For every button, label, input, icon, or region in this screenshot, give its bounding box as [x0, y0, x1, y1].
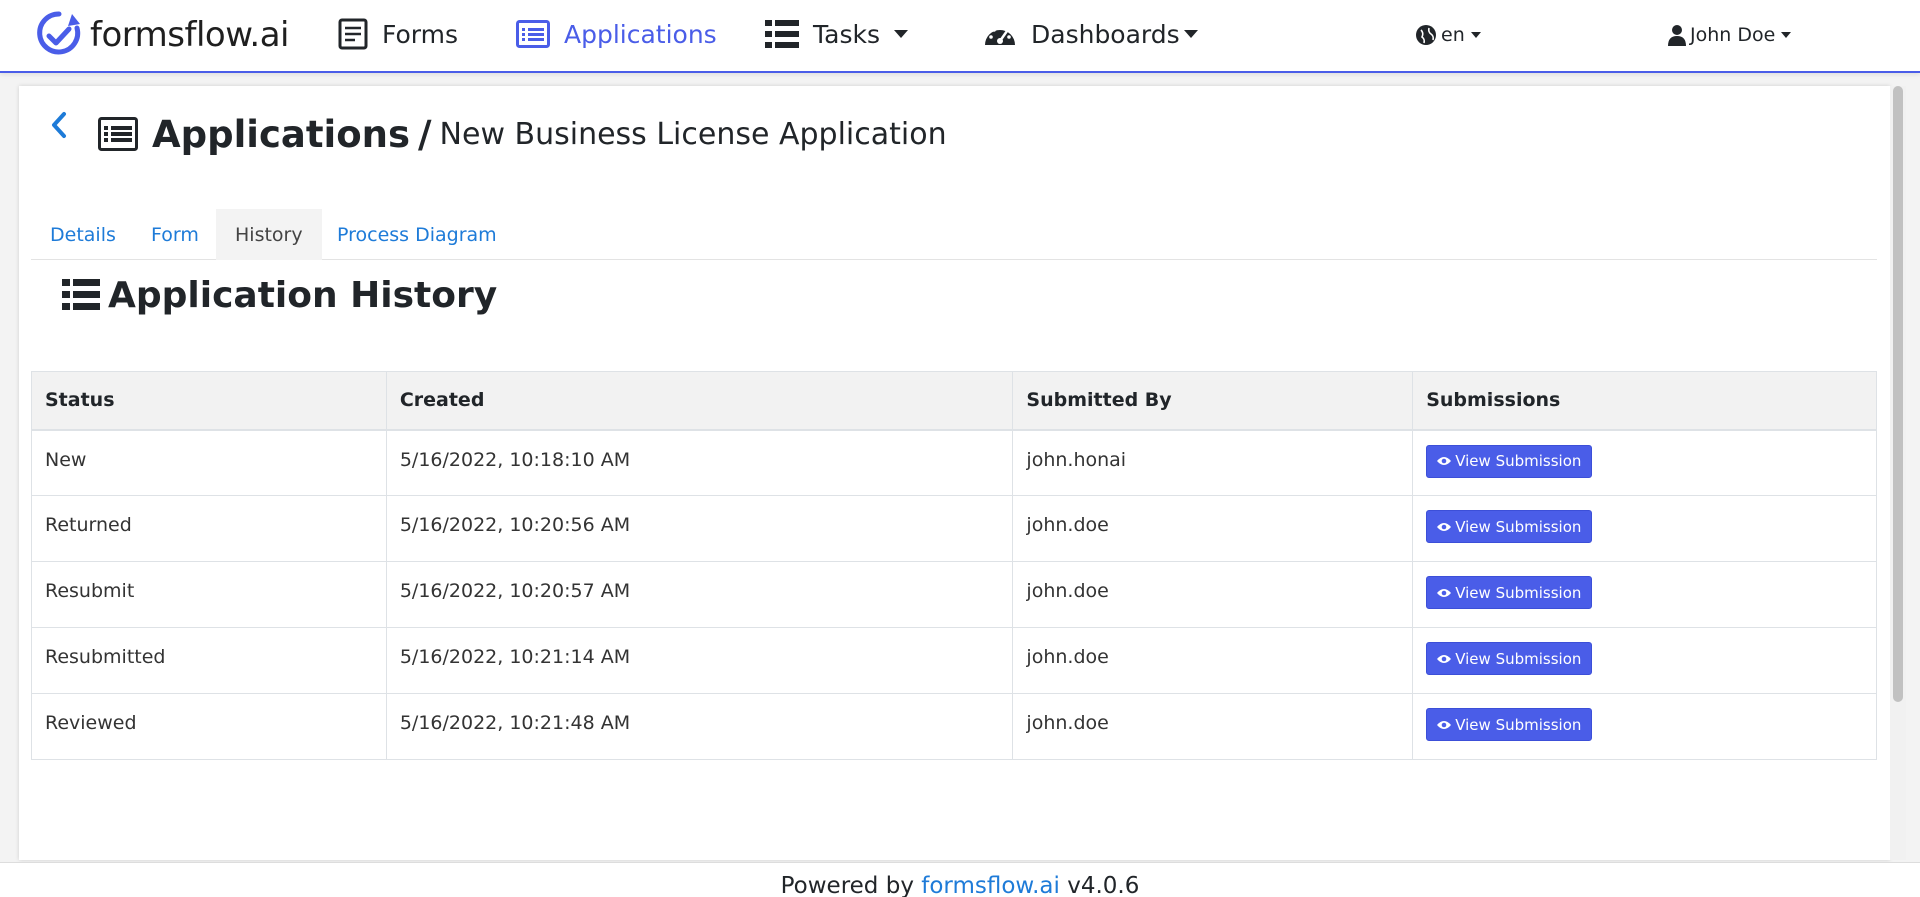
title-separator: /	[418, 112, 432, 156]
eye-icon	[1437, 720, 1452, 730]
user-icon	[1668, 24, 1686, 46]
table-row: Reviewed 5/16/2022, 10:21:48 AM john.doe…	[31, 693, 1877, 760]
view-submission-label: View Submission	[1455, 715, 1582, 734]
eye-icon	[1437, 588, 1452, 598]
language-label: en	[1441, 24, 1465, 46]
chevron-left-icon	[52, 112, 66, 138]
footer-version: v4.0.6	[1059, 873, 1140, 897]
list-icon	[516, 20, 550, 48]
user-name: John Doe	[1690, 24, 1776, 46]
header-submitted-by[interactable]: Submitted By	[1012, 371, 1414, 431]
scrollbar[interactable]	[1890, 86, 1906, 860]
user-menu[interactable]: John Doe	[1668, 20, 1792, 50]
cell-status: New	[31, 429, 387, 496]
cell-status: Resubmit	[31, 561, 387, 628]
cell-submitted-by: john.honai	[1012, 429, 1414, 496]
cell-submissions: View Submission	[1412, 627, 1877, 694]
view-submission-label: View Submission	[1455, 517, 1582, 536]
eye-icon	[1437, 654, 1452, 664]
tab-form[interactable]: Form	[132, 209, 218, 260]
list-icon	[98, 117, 138, 151]
chevron-down-icon	[1183, 30, 1198, 38]
cell-created: 5/16/2022, 10:20:56 AM	[385, 495, 1014, 562]
view-submission-button[interactable]: View Submission	[1426, 708, 1593, 741]
view-submission-label: View Submission	[1455, 583, 1582, 602]
footer: Powered by formsflow.ai v4.0.6	[0, 862, 1920, 897]
header-created[interactable]: Created	[385, 371, 1014, 431]
view-submission-button[interactable]: View Submission	[1426, 576, 1593, 609]
page-title-main: Applications	[152, 112, 411, 156]
top-navbar: formsflow.ai Forms Applications Tasks Da…	[0, 0, 1920, 73]
footer-link[interactable]: formsflow.ai	[921, 873, 1060, 897]
nav-forms-label: Forms	[382, 19, 459, 49]
nav-dashboards[interactable]: Dashboards	[983, 14, 1198, 54]
eye-icon	[1437, 522, 1452, 532]
cell-status: Resubmitted	[31, 627, 387, 694]
eye-icon	[1437, 456, 1452, 466]
nav-dashboards-label: Dashboards	[1031, 19, 1180, 49]
cell-submitted-by: john.doe	[1012, 627, 1414, 694]
view-submission-label: View Submission	[1455, 452, 1582, 470]
table-row: Returned 5/16/2022, 10:20:56 AM john.doe…	[31, 495, 1877, 562]
tab-process-diagram[interactable]: Process Diagram	[318, 209, 516, 260]
table-row: Resubmit 5/16/2022, 10:20:57 AM john.doe…	[31, 561, 1877, 628]
cell-created: 5/16/2022, 10:21:48 AM	[385, 693, 1014, 760]
cell-submitted-by: john.doe	[1012, 693, 1414, 760]
form-icon	[338, 18, 368, 50]
globe-icon	[1415, 24, 1437, 46]
chevron-down-icon	[1470, 32, 1481, 38]
brand-name: formsflow.ai	[90, 15, 289, 55]
cell-created: 5/16/2022, 10:20:57 AM	[385, 561, 1014, 628]
chevron-down-icon	[893, 30, 908, 38]
table-row: Resubmitted 5/16/2022, 10:21:14 AM john.…	[31, 627, 1877, 694]
nav-applications[interactable]: Applications	[516, 14, 717, 54]
dashboard-icon	[983, 19, 1017, 49]
brand[interactable]: formsflow.ai	[36, 10, 289, 60]
cell-submissions: View Submission	[1412, 693, 1877, 760]
page-subtitle: New Business License Application	[439, 116, 947, 152]
nav-applications-label: Applications	[564, 19, 717, 49]
list-icon	[62, 279, 100, 311]
chevron-down-icon	[1781, 32, 1792, 38]
cell-submitted-by: john.doe	[1012, 495, 1414, 562]
nav-tasks[interactable]: Tasks	[765, 14, 908, 54]
view-submission-button[interactable]: View Submission	[1426, 642, 1593, 675]
page-title: Applications / New Business License Appl…	[98, 108, 947, 160]
nav-forms[interactable]: Forms	[338, 14, 458, 54]
view-submission-label: View Submission	[1455, 649, 1582, 668]
cell-created: 5/16/2022, 10:21:14 AM	[385, 627, 1014, 694]
cell-submissions: View Submission	[1412, 429, 1877, 496]
cell-status: Returned	[31, 495, 387, 562]
view-submission-button[interactable]: View Submission	[1426, 444, 1593, 478]
tab-history[interactable]: History	[216, 209, 322, 260]
tab-details[interactable]: Details	[31, 209, 135, 260]
table-row: New 5/16/2022, 10:18:10 AM john.honai Vi…	[31, 429, 1877, 496]
section-title: Application History	[62, 272, 497, 318]
history-table: Status Created Submitted By Submissions …	[31, 371, 1877, 760]
view-submission-button[interactable]: View Submission	[1426, 510, 1593, 543]
table-header-row: Status Created Submitted By Submissions	[31, 371, 1877, 431]
cell-status: Reviewed	[31, 693, 387, 760]
header-status[interactable]: Status	[31, 371, 387, 431]
language-selector[interactable]: en	[1415, 20, 1481, 50]
cell-submissions: View Submission	[1412, 495, 1877, 562]
tab-bar: Details Form History Process Diagram	[31, 209, 1877, 260]
section-title-text: Application History	[108, 274, 498, 316]
footer-prefix: Powered by	[780, 873, 922, 897]
back-button[interactable]	[48, 110, 70, 140]
formsflow-logo-icon	[37, 11, 81, 55]
header-submissions[interactable]: Submissions	[1412, 371, 1877, 431]
cell-submitted-by: john.doe	[1012, 561, 1414, 628]
cell-created: 5/16/2022, 10:18:10 AM	[385, 429, 1014, 496]
nav-tasks-label: Tasks	[813, 19, 880, 49]
cell-submissions: View Submission	[1412, 561, 1877, 628]
scrollbar-thumb[interactable]	[1893, 86, 1903, 702]
tasks-icon	[765, 20, 799, 48]
